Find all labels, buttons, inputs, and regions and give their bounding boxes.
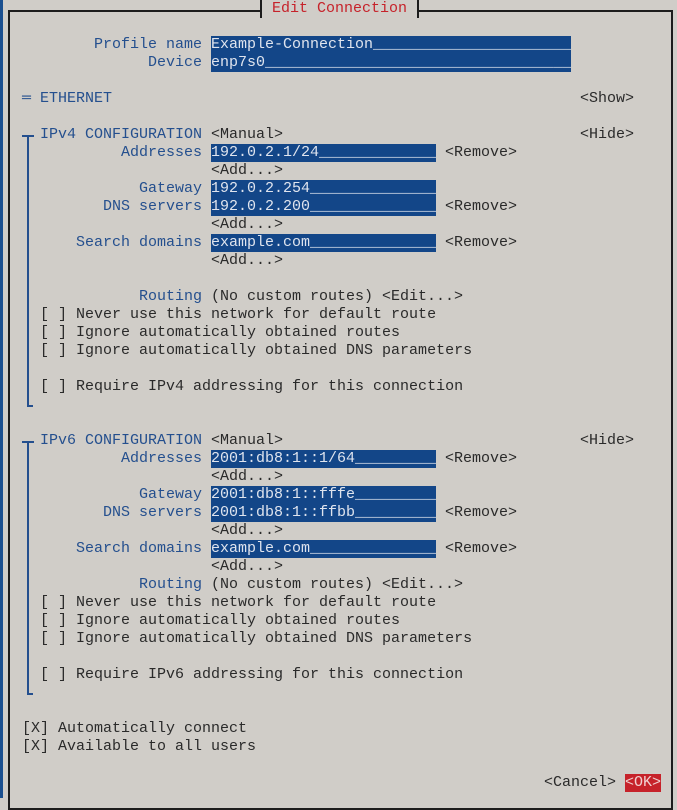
ipv6-search-add-button[interactable]: <Add...>	[211, 558, 283, 576]
ipv4-dns-input[interactable]: 192.0.2.200______________	[211, 198, 436, 216]
ipv6-gateway-label: Gateway	[139, 486, 203, 503]
ipv4-ignore-routes-checkbox[interactable]: [ ] Ignore automatically obtained routes	[40, 324, 400, 342]
ipv6-dns-add-button[interactable]: <Add...>	[211, 522, 283, 540]
ipv6-address-add-button[interactable]: <Add...>	[211, 468, 283, 486]
ipv6-routing-label: Routing	[139, 576, 203, 593]
ipv6-hide-button[interactable]: <Hide>	[580, 432, 634, 450]
ipv6-ignore-dns-checkbox[interactable]: [ ] Ignore automatically obtained DNS pa…	[40, 630, 472, 648]
ethernet-section-label: ETHERNET	[40, 90, 113, 107]
ipv6-section-label: IPv6 CONFIGURATION	[40, 432, 203, 449]
ipv4-hide-button[interactable]: <Hide>	[580, 126, 634, 144]
ipv4-never-default-checkbox[interactable]: [ ] Never use this network for default r…	[40, 306, 436, 324]
ipv4-address-remove-button[interactable]: <Remove>	[445, 144, 517, 162]
ok-button[interactable]: <OK>	[625, 774, 662, 792]
device-input[interactable]: enp7s0__________________________________…	[211, 54, 571, 72]
ipv6-mode-select[interactable]: <Manual>	[211, 432, 283, 450]
ipv6-address-remove-button[interactable]: <Remove>	[445, 450, 517, 468]
ipv6-tree-end	[27, 693, 33, 695]
ipv4-address-add-button[interactable]: <Add...>	[211, 162, 283, 180]
ipv4-section-label: IPv4 CONFIGURATION	[40, 126, 203, 143]
ipv6-address-input[interactable]: 2001:db8:1::1/64_________	[211, 450, 436, 468]
ipv4-search-remove-button[interactable]: <Remove>	[445, 234, 517, 252]
all-users-checkbox[interactable]: [X] Available to all users	[22, 738, 256, 756]
ipv6-dns-label: DNS servers	[103, 504, 203, 521]
ipv4-dns-label: DNS servers	[103, 198, 203, 215]
ipv6-tree-line	[27, 441, 29, 695]
profile-name-value: Example-Connection	[211, 36, 374, 53]
ipv6-search-remove-button[interactable]: <Remove>	[445, 540, 517, 558]
ipv6-dns-remove-button[interactable]: <Remove>	[445, 504, 517, 522]
ipv6-search-input[interactable]: example.com______________	[211, 540, 436, 558]
ipv4-dns-value: 192.0.2.200	[211, 198, 311, 215]
terminal-screen: Edit Connection Profile name Example-Con…	[0, 0, 677, 810]
ipv4-ignore-dns-checkbox[interactable]: [ ] Ignore automatically obtained DNS pa…	[40, 342, 472, 360]
ipv6-ignore-routes-checkbox[interactable]: [ ] Ignore automatically obtained routes	[40, 612, 400, 630]
ipv6-routing-edit-button[interactable]: <Edit...>	[382, 576, 463, 594]
ipv6-gateway-input[interactable]: 2001:db8:1::fffe_________	[211, 486, 436, 504]
ipv4-address-value: 192.0.2.1/24	[211, 144, 320, 161]
ethernet-show-button[interactable]: <Show>	[580, 90, 634, 108]
ipv6-search-label: Search domains	[76, 540, 203, 557]
profile-name-label: Profile name	[94, 36, 203, 53]
device-value: enp7s0	[211, 54, 266, 71]
dialog-title: Edit Connection	[260, 0, 420, 18]
ipv4-search-value: example.com	[211, 234, 311, 251]
ipv4-tree-end	[27, 405, 33, 407]
ipv6-require-checkbox[interactable]: [ ] Require IPv6 addressing for this con…	[40, 666, 463, 684]
ipv6-address-value: 2001:db8:1::1/64	[211, 450, 356, 467]
ipv4-search-input[interactable]: example.com______________	[211, 234, 436, 252]
ipv4-tree-line	[27, 135, 29, 407]
ipv4-dns-remove-button[interactable]: <Remove>	[445, 198, 517, 216]
ethernet-collapsed-icon: ═	[22, 90, 32, 107]
ipv4-mode-select[interactable]: <Manual>	[211, 126, 283, 144]
cancel-button[interactable]: <Cancel>	[544, 774, 616, 792]
ipv4-address-input[interactable]: 192.0.2.1/24_____________	[211, 144, 436, 162]
ipv4-search-label: Search domains	[76, 234, 203, 251]
ipv6-search-value: example.com	[211, 540, 311, 557]
ipv6-addresses-label: Addresses	[121, 450, 203, 467]
ipv6-never-default-checkbox[interactable]: [ ] Never use this network for default r…	[40, 594, 436, 612]
ipv6-dns-input[interactable]: 2001:db8:1::ffbb_________	[211, 504, 436, 522]
ipv4-addresses-label: Addresses	[121, 144, 203, 161]
ipv4-dns-add-button[interactable]: <Add...>	[211, 216, 283, 234]
ipv6-dns-value: 2001:db8:1::ffbb	[211, 504, 356, 521]
device-label: Device	[148, 54, 203, 71]
ipv4-gateway-input[interactable]: 192.0.2.254______________	[211, 180, 436, 198]
ipv4-search-add-button[interactable]: <Add...>	[211, 252, 283, 270]
ipv4-gateway-value: 192.0.2.254	[211, 180, 311, 197]
ipv4-routing-edit-button[interactable]: <Edit...>	[382, 288, 463, 306]
ipv4-require-checkbox[interactable]: [ ] Require IPv4 addressing for this con…	[40, 378, 463, 396]
ipv4-routing-value: (No custom routes)	[211, 288, 374, 305]
ipv4-gateway-label: Gateway	[139, 180, 203, 197]
ipv6-routing-value: (No custom routes)	[211, 576, 374, 593]
ipv6-gateway-value: 2001:db8:1::fffe	[211, 486, 356, 503]
auto-connect-checkbox[interactable]: [X] Automatically connect	[22, 720, 247, 738]
profile-name-input[interactable]: Example-Connection______________________…	[211, 36, 571, 54]
ipv4-routing-label: Routing	[139, 288, 203, 305]
